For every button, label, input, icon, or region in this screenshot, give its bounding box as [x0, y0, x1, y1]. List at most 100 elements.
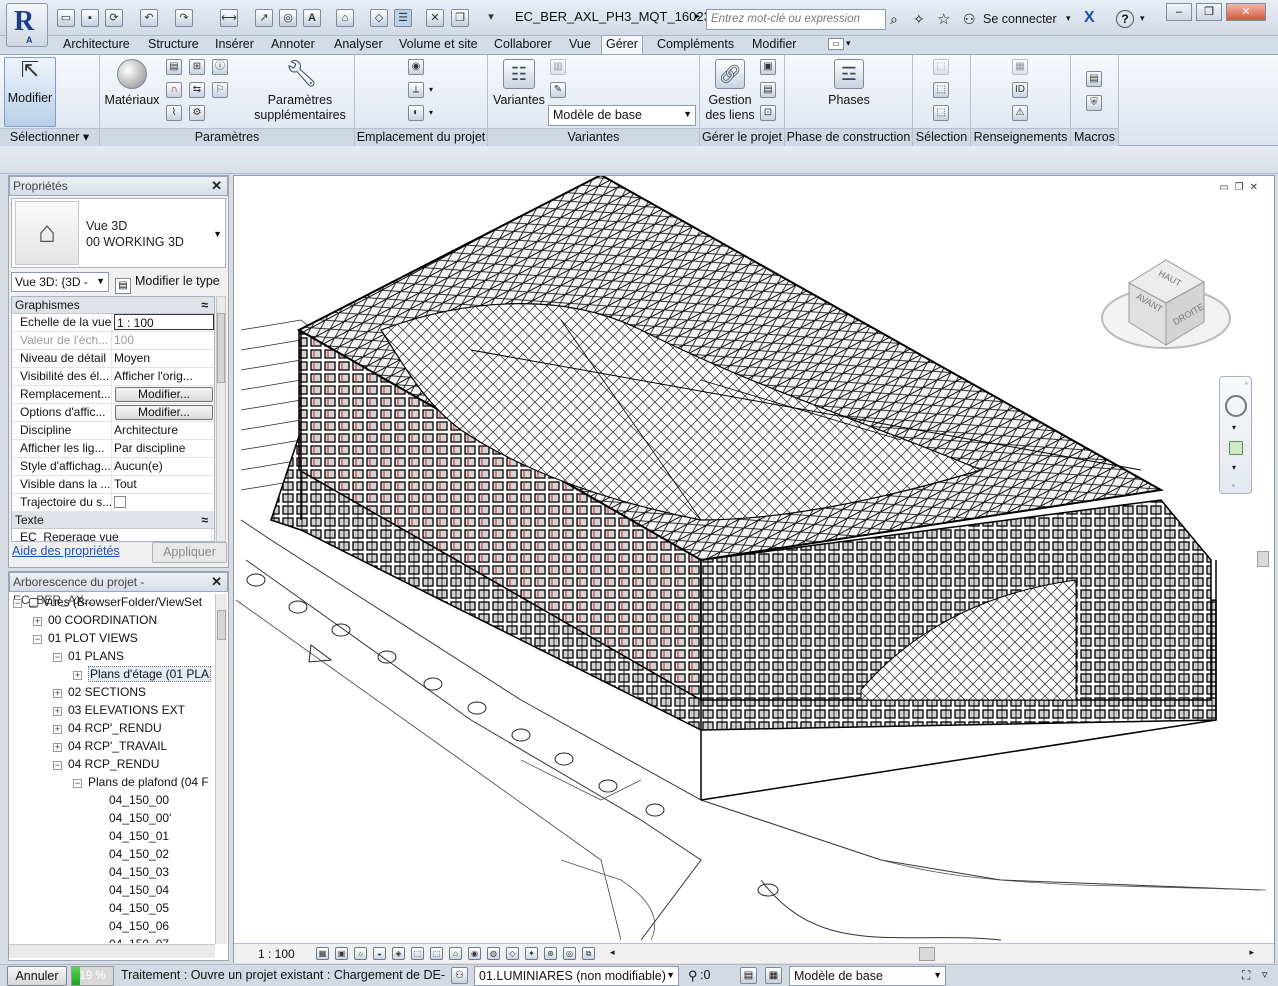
tree-folder-item[interactable]: − ▢ Vues (BrowserFolder/ViewSet — [13, 593, 202, 611]
graphic-display-edit-button[interactable]: Modifier... — [115, 405, 213, 420]
tree-folder-item[interactable]: −01 PLANS — [53, 647, 124, 665]
binoculars-icon[interactable]: ⌕ — [890, 11, 898, 28]
tab-view[interactable]: Vue — [565, 36, 595, 54]
dimension-icon[interactable]: ↗ — [255, 9, 273, 27]
tree-folder-item[interactable]: −04 RCP_RENDU — [53, 755, 159, 773]
sign-in-dropdown-icon[interactable]: ▾ — [1066, 13, 1071, 24]
undo-icon[interactable]: ↶ — [140, 9, 158, 27]
design-options-status-icon[interactable]: ▦ — [765, 967, 782, 984]
project-info-icon[interactable]: ⓘ — [212, 59, 228, 75]
position-dropdown-icon[interactable]: ▾ — [429, 108, 433, 117]
shadows-icon[interactable]: ◒ — [373, 947, 386, 960]
filter-funnel-icon[interactable]: ⚲ — [688, 968, 698, 984]
add-to-set-icon[interactable]: ▥ — [550, 59, 566, 75]
tree-folder-item[interactable]: + Plans d'étage (01 PLA — [73, 665, 212, 683]
position-icon[interactable]: ◐ — [408, 105, 424, 121]
tab-modify[interactable]: Modifier — [748, 36, 800, 54]
steering-wheel-icon[interactable] — [1225, 395, 1247, 417]
load-selection-icon[interactable]: ⬚ — [933, 82, 949, 98]
temporary-view-icon[interactable]: ⧉ — [582, 947, 595, 960]
expand-icon[interactable]: + — [53, 689, 62, 698]
structural-settings-icon[interactable]: ⌇ — [166, 105, 182, 121]
expand-icon[interactable]: + — [33, 617, 42, 626]
transfer-standards-icon[interactable]: ⇆ — [189, 82, 205, 98]
collapse-icon[interactable]: − — [53, 653, 62, 662]
restore-button[interactable]: ❐ — [1196, 3, 1222, 21]
view-vscroll-thumb[interactable] — [1257, 551, 1269, 567]
worksharing-display-icon[interactable]: ◎ — [563, 947, 576, 960]
editing-requests-icon[interactable]: ▤ — [740, 967, 757, 984]
macro-manager-icon[interactable]: ▤ — [1086, 71, 1102, 87]
purge-icon[interactable]: ⚐ — [212, 82, 228, 98]
group-text[interactable]: Texte ≈ — [12, 512, 214, 529]
user-icon[interactable]: ⚇ — [963, 11, 976, 28]
browser-hscrollbar[interactable] — [9, 944, 215, 958]
save-icon[interactable]: ▪ — [81, 9, 99, 27]
tab-insert[interactable]: Insérer — [211, 36, 258, 54]
view-scale-input[interactable]: 1 : 100 — [114, 314, 214, 330]
reveal-hidden-icon[interactable]: ◍ — [487, 947, 500, 960]
shared-parameters-icon[interactable]: ∩ — [166, 82, 182, 98]
sun-path-checkbox[interactable] — [114, 496, 126, 508]
tree-view-item[interactable]: 04_150_02 — [109, 845, 169, 863]
sun-path-icon[interactable]: ☼ — [354, 947, 367, 960]
sync-icon[interactable]: ⟳ — [105, 9, 123, 27]
zoom-dropdown-icon[interactable]: ▾ — [1232, 463, 1236, 472]
prop-row-display-style[interactable]: Style d'affichag... Aucun(e) — [12, 458, 214, 476]
tab-structure[interactable]: Structure — [144, 36, 203, 54]
object-styles-icon[interactable]: ▤ — [166, 59, 182, 75]
exchange-apps-icon[interactable]: X — [1084, 9, 1095, 27]
text-icon[interactable]: A — [303, 9, 321, 27]
tab-massing-site[interactable]: Volume et site — [395, 36, 482, 54]
expand-icon[interactable]: + — [53, 743, 62, 752]
cancel-button[interactable]: Annuler — [7, 966, 67, 986]
save-selection-icon[interactable]: ⬚ — [933, 59, 949, 75]
measure-icon[interactable]: ⟷ — [220, 9, 238, 27]
starting-view-icon[interactable]: ▤ — [760, 82, 776, 98]
tree-folder-item[interactable]: +04 RCP'_RENDU — [53, 719, 162, 737]
properties-scrollbar[interactable] — [216, 296, 226, 542]
prop-row-visible-in[interactable]: Visible dans la ... Tout — [12, 476, 214, 494]
warnings-icon[interactable]: ⚠ — [1012, 105, 1028, 121]
tree-folder-item[interactable]: − Plans de plafond (04 F — [73, 773, 209, 791]
expand-icon[interactable]: + — [53, 725, 62, 734]
close-properties-icon[interactable]: ✕ — [211, 177, 222, 195]
modify-button[interactable]: ⇱ Modifier — [4, 57, 56, 127]
type-selector[interactable]: ⌂ Vue 3D 00 WORKING 3D ▼ — [11, 198, 226, 268]
apply-button[interactable]: Appliquer — [152, 542, 227, 563]
collapse-icon[interactable]: ≈ — [201, 297, 208, 314]
close-window-button[interactable]: ✕ — [1226, 3, 1266, 21]
manage-links-button[interactable]: 🔗︎ Gestion des liens — [702, 59, 758, 123]
qat-dropdown-icon[interactable]: ▾ — [482, 9, 500, 27]
select-links-icon[interactable]: ⛶ — [1242, 968, 1250, 983]
prop-row-view-scale[interactable]: Echelle de la vue 1 : 100 — [12, 314, 214, 332]
properties-help-link[interactable]: Aide des propriétés — [12, 544, 120, 558]
close-browser-icon[interactable]: ✕ — [211, 573, 222, 591]
tag-icon[interactable]: ◎ — [279, 9, 297, 27]
design-option-select[interactable]: Modèle de base ▼ — [548, 105, 696, 126]
minimize-button[interactable]: – — [1166, 3, 1192, 21]
manage-images-icon[interactable]: ▣ — [760, 59, 776, 75]
visual-style-icon[interactable]: ▣ — [335, 947, 348, 960]
prop-row-hidden-lines[interactable]: Afficher les lig... Par discipline — [12, 440, 214, 458]
tree-view-item[interactable]: 04_150_01 — [109, 827, 169, 845]
additional-settings-button[interactable]: 🔧︎ Paramètres supplémentaires — [250, 59, 350, 123]
filter-status-icon[interactable]: ▿ — [1262, 968, 1268, 981]
phases-button[interactable]: ☲ Phases — [819, 59, 879, 108]
tree-folder-item[interactable]: −01 PLOT VIEWS — [33, 629, 138, 647]
edit-selection-icon[interactable]: ⬚ — [933, 105, 949, 121]
view-vscrollbar[interactable] — [1254, 186, 1272, 941]
browser-scroll-thumb[interactable] — [217, 610, 226, 640]
close-hidden-icon[interactable]: ✕ — [426, 9, 444, 27]
detail-level-icon[interactable]: ▦ — [316, 947, 329, 960]
edit-type-button[interactable]: ▤ Modifier le type — [115, 272, 226, 294]
tab-architecture[interactable]: Architecture — [59, 36, 134, 54]
tab-addins[interactable]: Compléments — [653, 36, 738, 54]
coordinates-icon[interactable]: ⟂ — [408, 82, 424, 98]
type-selector-dropdown-icon[interactable]: ▼ — [213, 229, 222, 239]
tree-folder-item[interactable]: +04 RCP'_TRAVAIL — [53, 737, 167, 755]
section-icon[interactable]: ◇ — [370, 9, 388, 27]
active-workset-select[interactable]: 01.LUMINIARES (non modifiable) ▼ — [474, 966, 679, 986]
location-globe-icon[interactable]: ◉ — [408, 59, 424, 75]
pick-to-edit-icon[interactable]: ✎ — [550, 82, 566, 98]
